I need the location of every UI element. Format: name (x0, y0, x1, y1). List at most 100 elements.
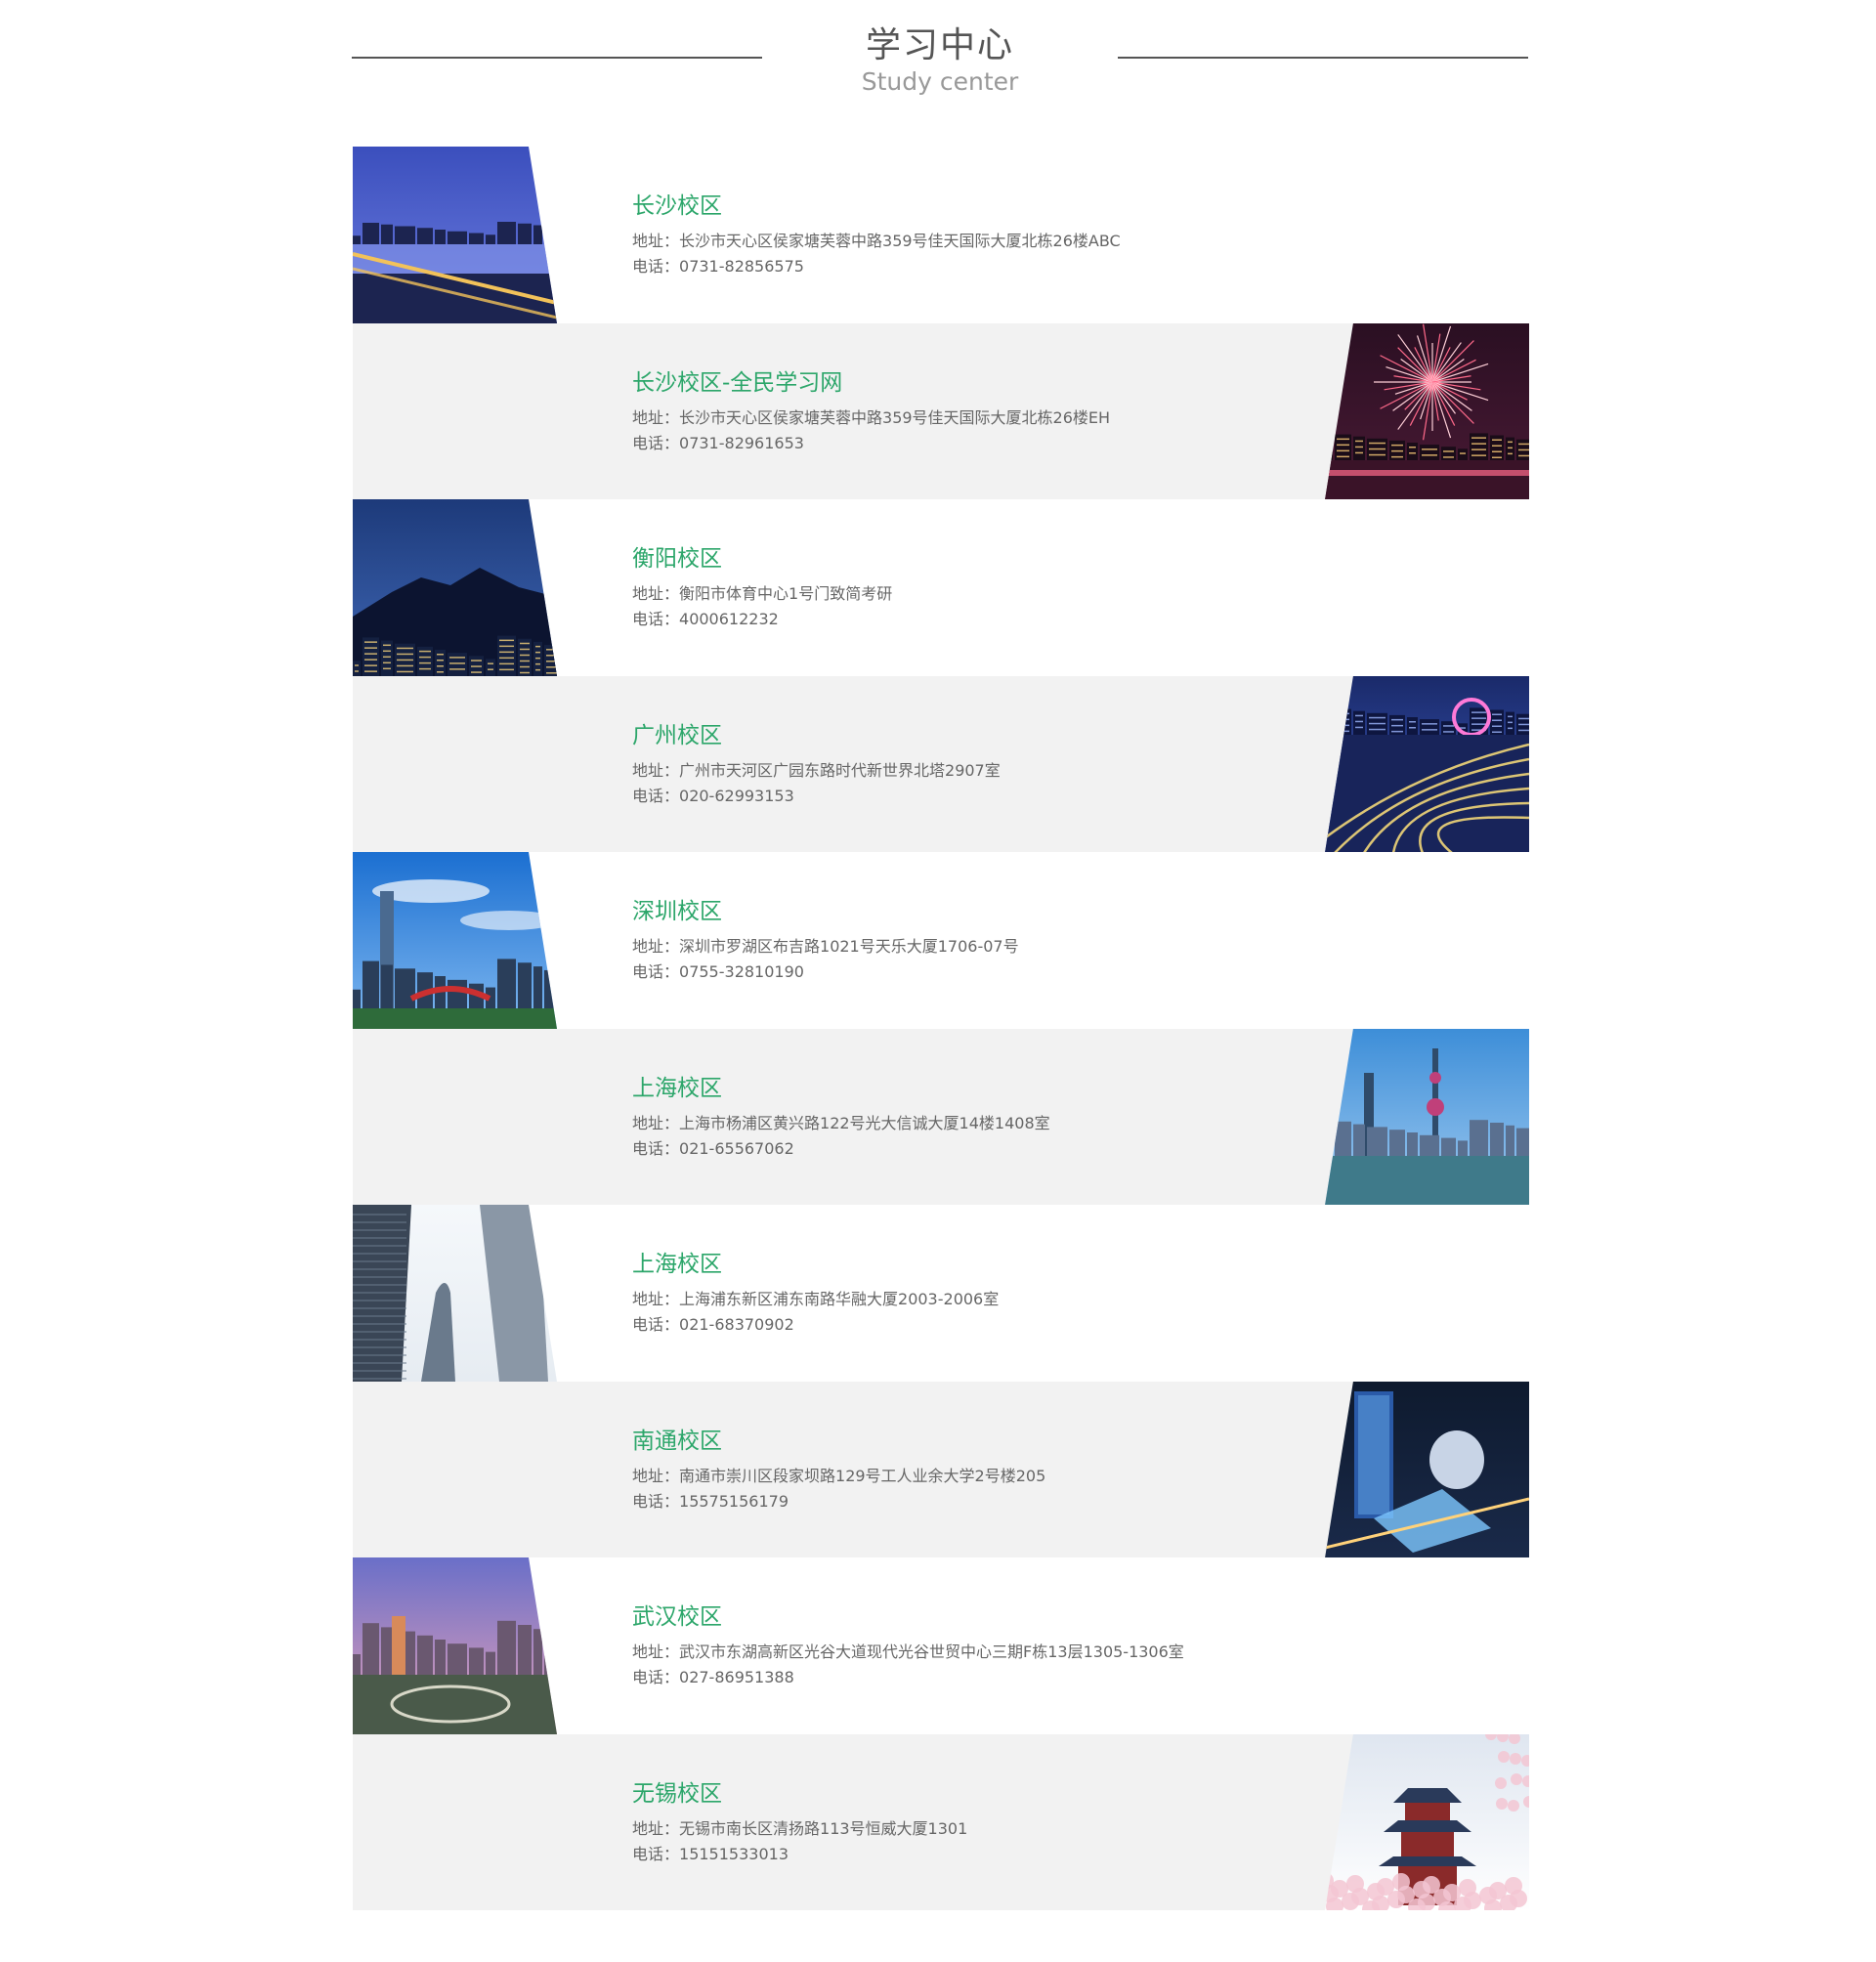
campus-phone: 电话：0731-82961653 (632, 431, 1110, 456)
campus-address: 地址：上海浦东新区浦东南路华融大厦2003-2006室 (632, 1287, 999, 1312)
phone-value: 15575156179 (679, 1491, 789, 1511)
campus-name: 上海校区 (632, 1252, 722, 1277)
address-value: 无锡市南长区清扬路113号恒威大厦1301 (679, 1818, 968, 1838)
campus-address: 地址：无锡市南长区清扬路113号恒威大厦1301 (632, 1816, 967, 1842)
campus-info: 长沙校区-全民学习网 地址：长沙市天心区侯家塘芙蓉中路359号佳天国际大厦北栋26… (632, 368, 1110, 456)
campus-row: 上海校区 地址：上海市杨浦区黄兴路122号光大信诚大厦14楼1408室 电话：021… (353, 1028, 1529, 1205)
campus-address: 地址：广州市天河区广园东路时代新世界北塔2907室 (632, 758, 1001, 784)
campus-address: 地址：长沙市天心区侯家塘芙蓉中路359号佳天国际大厦北栋26楼EH (632, 405, 1110, 431)
phone-value: 027-86951388 (679, 1668, 794, 1686)
address-value: 长沙市天心区侯家塘芙蓉中路359号佳天国际大厦北栋26楼ABC (679, 232, 1121, 250)
address-value: 衡阳市体育中心1号门致简考研 (679, 584, 893, 603)
campus-info: 上海校区 地址：上海市杨浦区黄兴路122号光大信诚大厦14楼1408室 电话：021… (632, 1074, 1050, 1162)
address-value: 武汉市东湖高新区光谷大道现代光谷世贸中心三期F栋13层1305-1306室 (679, 1642, 1184, 1661)
phone-label: 电话： (632, 1668, 680, 1686)
campus-row: 长沙校区-全民学习网 地址：长沙市天心区侯家塘芙蓉中路359号佳天国际大厦北栋26… (353, 322, 1529, 499)
campus-list: 长沙校区 地址：长沙市天心区侯家塘芙蓉中路359号佳天国际大厦北栋26楼ABC 电话… (353, 147, 1529, 1910)
address-label: 地址： (632, 760, 680, 780)
campus-row: 深圳校区 地址：深圳市罗湖区布吉路1021号天乐大厦1706-07号 电话：0755… (353, 852, 1529, 1029)
address-label: 地址： (632, 1642, 680, 1661)
campus-info: 无锡校区 地址：无锡市南长区清扬路113号恒威大厦1301 电话：151515330… (632, 1779, 967, 1867)
address-value: 深圳市罗湖区布吉路1021号天乐大厦1706-07号 (679, 937, 1019, 956)
phone-value: 4000612232 (679, 610, 779, 628)
phone-label: 电话： (632, 433, 680, 452)
campus-info: 衡阳校区 地址：衡阳市体育中心1号门致简考研 电话：4000612232 (632, 544, 892, 632)
section-subtitle: Study center (861, 67, 1019, 96)
campus-phone: 电话：4000612232 (632, 607, 892, 632)
phone-value: 021-65567062 (679, 1138, 794, 1158)
address-label: 地址： (632, 1466, 680, 1485)
campus-name: 深圳校区 (632, 899, 722, 924)
campus-row: 上海校区 地址：上海浦东新区浦东南路华融大厦2003-2006室 电话：021-68… (353, 1205, 1529, 1382)
study-center-page: 学习中心 Study center 长沙校区 地址：长沙市天心区侯家塘芙蓉中路35… (0, 0, 1876, 1962)
phone-label: 电话： (632, 786, 680, 805)
campus-photo (353, 147, 557, 323)
campus-info: 上海校区 地址：上海浦东新区浦东南路华融大厦2003-2006室 电话：021-68… (632, 1250, 999, 1338)
campus-photo (1325, 675, 1529, 852)
campus-phone: 电话：15575156179 (632, 1489, 1045, 1514)
campus-photo (1325, 1028, 1529, 1205)
phone-label: 电话： (632, 257, 680, 276)
address-value: 南通市崇川区段家坝路129号工人业余大学2号楼205 (679, 1466, 1046, 1485)
header-divider-left (352, 57, 762, 59)
phone-value: 0731-82961653 (679, 433, 804, 452)
phone-value: 0755-32810190 (679, 962, 804, 981)
campus-name: 南通校区 (632, 1428, 722, 1454)
campus-name: 无锡校区 (632, 1780, 722, 1807)
phone-label: 电话： (632, 1315, 680, 1334)
campus-photo (1325, 1381, 1529, 1557)
address-label: 地址： (632, 1818, 680, 1838)
campus-row: 武汉校区地址：武汉市东湖高新区光谷大道现代光谷世贸中心三期F栋13层1305-1… (353, 1557, 1529, 1734)
address-value: 上海浦东新区浦东南路华融大厦2003-2006室 (679, 1290, 1000, 1308)
address-value: 长沙市天心区侯家塘芙蓉中路359号佳天国际大厦北栋26楼EH (679, 407, 1111, 427)
campus-row: 南通校区地址：南通市崇川区段家坝路129号工人业余大学2号楼205 电话：1557… (353, 1381, 1529, 1557)
phone-label: 电话： (632, 1844, 680, 1863)
campus-info: 长沙校区 地址：长沙市天心区侯家塘芙蓉中路359号佳天国际大厦北栋26楼ABC 电话… (632, 192, 1121, 279)
campus-row: 无锡校区 地址：无锡市南长区清扬路113号恒威大厦1301 电话：151515330… (353, 1733, 1529, 1910)
campus-address: 地址：武汉市东湖高新区光谷大道现代光谷世贸中心三期F栋13层1305-1306室 (632, 1640, 1184, 1665)
campus-info: 武汉校区地址：武汉市东湖高新区光谷大道现代光谷世贸中心三期F栋13层1305-1… (632, 1602, 1184, 1690)
campus-address: 地址：衡阳市体育中心1号门致简考研 (632, 581, 892, 607)
campus-phone: 电话：021-68370902 (632, 1312, 999, 1338)
address-value: 上海市杨浦区黄兴路122号光大信诚大厦14楼1408室 (679, 1113, 1050, 1132)
campus-phone: 电话：021-65567062 (632, 1136, 1050, 1162)
campus-name: 广州校区 (632, 722, 722, 748)
campus-row: 长沙校区 地址：长沙市天心区侯家塘芙蓉中路359号佳天国际大厦北栋26楼ABC 电话… (353, 147, 1529, 323)
campus-info: 南通校区地址：南通市崇川区段家坝路129号工人业余大学2号楼205 电话：1557… (632, 1427, 1045, 1514)
campus-row: 衡阳校区 地址：衡阳市体育中心1号门致简考研 电话：4000612232 (353, 499, 1529, 676)
campus-name: 长沙校区 (632, 193, 722, 219)
section-title: 学习中心 (865, 25, 1014, 65)
campus-photo (1325, 322, 1529, 499)
address-value: 广州市天河区广园东路时代新世界北塔2907室 (679, 760, 1001, 780)
campus-phone: 电话：15151533013 (632, 1842, 967, 1867)
campus-phone: 电话：027-86951388 (632, 1665, 1184, 1690)
campus-photo (353, 852, 557, 1029)
campus-phone: 电话：020-62993153 (632, 784, 1001, 809)
campus-name: 武汉校区 (632, 1604, 722, 1630)
campus-address: 地址：上海市杨浦区黄兴路122号光大信诚大厦14楼1408室 (632, 1111, 1050, 1136)
campus-name: 上海校区 (632, 1075, 722, 1101)
header-divider-right (1118, 57, 1528, 59)
phone-label: 电话： (632, 610, 680, 628)
campus-phone: 电话：0731-82856575 (632, 254, 1121, 279)
address-label: 地址： (632, 937, 680, 956)
campus-photo (353, 1557, 557, 1734)
campus-phone: 电话：0755-32810190 (632, 960, 1019, 985)
campus-info: 深圳校区 地址：深圳市罗湖区布吉路1021号天乐大厦1706-07号 电话：0755… (632, 897, 1019, 985)
campus-address: 地址：深圳市罗湖区布吉路1021号天乐大厦1706-07号 (632, 934, 1019, 960)
campus-photo (1325, 1733, 1529, 1910)
phone-value: 0731-82856575 (679, 257, 804, 276)
campus-info: 广州校区 地址：广州市天河区广园东路时代新世界北塔2907室 电话：020-6299… (632, 721, 1001, 809)
phone-value: 15151533013 (679, 1844, 789, 1863)
phone-value: 021-68370902 (679, 1315, 794, 1334)
phone-value: 020-62993153 (679, 786, 794, 805)
section-title-block: 学习中心 Study center (762, 23, 1118, 96)
address-label: 地址： (632, 1290, 680, 1308)
address-label: 地址： (632, 1113, 680, 1132)
address-label: 地址： (632, 584, 680, 603)
campus-name: 衡阳校区 (632, 546, 722, 572)
campus-address: 地址：长沙市天心区侯家塘芙蓉中路359号佳天国际大厦北栋26楼ABC (632, 229, 1121, 254)
phone-label: 电话： (632, 1491, 680, 1511)
address-label: 地址： (632, 407, 680, 427)
phone-label: 电话： (632, 962, 680, 981)
